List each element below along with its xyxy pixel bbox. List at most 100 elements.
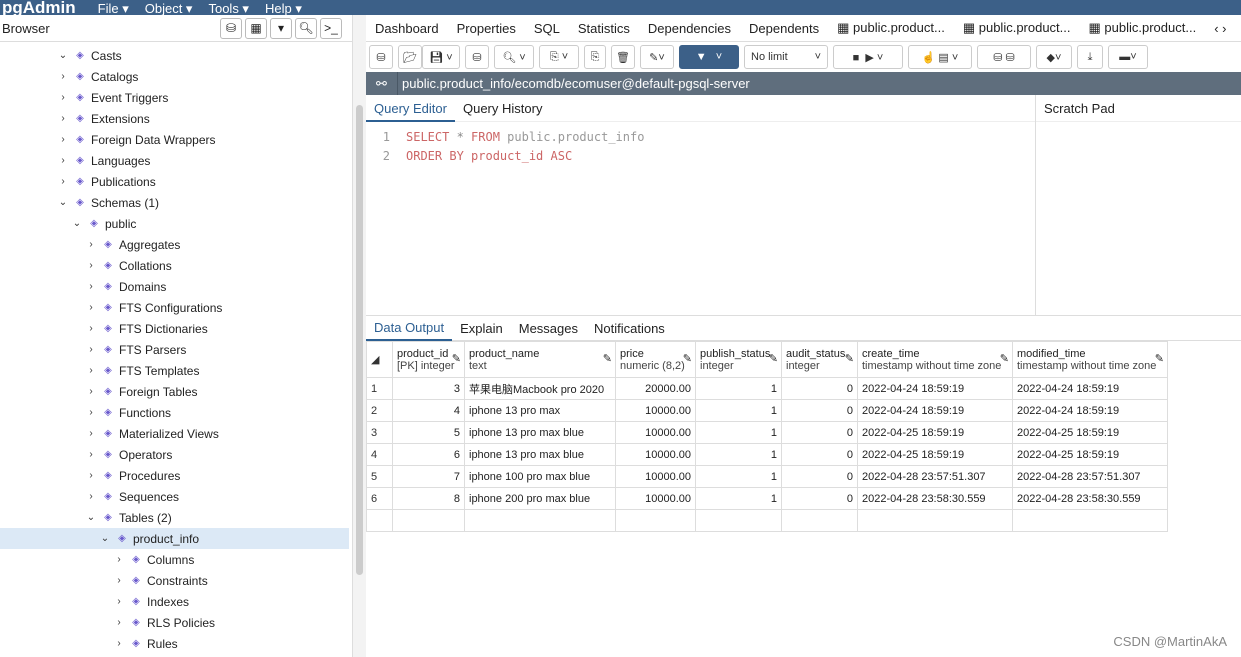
chevron-right-icon[interactable]: ›: [84, 260, 98, 271]
chevron-right-icon[interactable]: ›: [84, 449, 98, 460]
tab-query-history[interactable]: Query History: [455, 101, 550, 116]
cell[interactable]: 2022-04-25 18:59:19: [1012, 443, 1168, 466]
table-row[interactable]: 2 4 iphone 13 pro max 10000.00 1 0 2022-04-24 …: [366, 399, 1168, 422]
commit-rollback-icon[interactable]: ⛁ ⛁: [977, 45, 1031, 69]
column-header[interactable]: create_time timestamp without time zone ✎: [857, 341, 1013, 378]
cell[interactable]: iphone 13 pro max: [464, 399, 616, 422]
cell[interactable]: 2022-04-24 18:59:19: [1012, 377, 1168, 400]
tab-5[interactable]: Dependents: [740, 21, 828, 36]
cell[interactable]: 1: [695, 465, 782, 488]
tree-node[interactable]: › ◈ Procedures: [84, 465, 180, 486]
row-number[interactable]: 5: [366, 465, 393, 488]
tree-node[interactable]: › ◈ Foreign Data Wrappers: [56, 129, 215, 150]
save-icon[interactable]: 💾︎ ˅: [422, 45, 460, 69]
table-row[interactable]: 1 3 苹果电脑Macbook pro 2020 20000.00 1 0 2022-04-…: [366, 377, 1168, 400]
chevron-down-icon[interactable]: ⌄: [56, 197, 70, 208]
tree-node[interactable]: › ◈ Publications: [56, 171, 155, 192]
tab-8[interactable]: ▦ public.product...: [1080, 20, 1206, 36]
tree-node[interactable]: › ◈ Materialized Views: [84, 423, 219, 444]
tab-explain[interactable]: Explain: [452, 321, 511, 336]
tree-node[interactable]: › ◈ Operators: [84, 444, 172, 465]
cell[interactable]: 10000.00: [615, 421, 696, 444]
tree-node[interactable]: › ◈ Foreign Tables: [84, 381, 197, 402]
cell[interactable]: 1: [695, 421, 782, 444]
cell[interactable]: 4: [392, 399, 465, 422]
database-icon[interactable]: ⛁: [369, 45, 393, 69]
chevron-down-icon[interactable]: ⌄: [70, 218, 84, 229]
row-number[interactable]: 6: [366, 487, 393, 510]
tree-node[interactable]: ⌄ ◈ Schemas (1): [56, 192, 159, 213]
chevron-right-icon[interactable]: ›: [112, 638, 126, 649]
clear-icon[interactable]: ◆˅: [1036, 45, 1072, 69]
browser-scrollbar[interactable]: [352, 15, 366, 657]
chevron-right-icon[interactable]: ›: [84, 470, 98, 481]
tab-4[interactable]: Dependencies: [639, 21, 740, 36]
column-header[interactable]: product_id [PK] integer ✎: [392, 341, 465, 378]
cell[interactable]: 2022-04-25 18:59:19: [1012, 421, 1168, 444]
tree-node[interactable]: › ◈ Sequences: [84, 486, 179, 507]
row-number[interactable]: 3: [366, 421, 393, 444]
column-header[interactable]: publish_status integer ✎: [695, 341, 782, 378]
cell[interactable]: 2022-04-25 18:59:19: [857, 443, 1013, 466]
chevron-down-icon[interactable]: ⌄: [98, 533, 112, 544]
row-number[interactable]: 1: [366, 377, 393, 400]
macros-icon[interactable]: ▬˅: [1108, 45, 1148, 69]
tree-node[interactable]: › ◈ Rules: [112, 633, 177, 654]
tree-node[interactable]: ⌄ ◈ product_info: [0, 528, 349, 549]
tab-0[interactable]: Dashboard: [366, 21, 448, 36]
cell[interactable]: iphone 100 pro max blue: [464, 465, 616, 488]
menu-file[interactable]: File ▾: [98, 2, 129, 15]
empty-row[interactable]: [366, 509, 1168, 532]
chevron-right-icon[interactable]: ›: [56, 176, 70, 187]
chevron-right-icon[interactable]: ›: [112, 575, 126, 586]
column-header[interactable]: modified_time timestamp without time zone…: [1012, 341, 1168, 378]
chevron-right-icon[interactable]: ›: [84, 239, 98, 250]
tab-notifications[interactable]: Notifications: [586, 321, 673, 336]
tab-query-editor[interactable]: Query Editor: [366, 95, 455, 122]
chevron-right-icon[interactable]: ›: [56, 155, 70, 166]
tree-node[interactable]: › ◈ Functions: [84, 402, 171, 423]
table-row[interactable]: 3 5 iphone 13 pro max blue 10000.00 1 0 2022-0…: [366, 421, 1168, 444]
row-number[interactable]: 4: [366, 443, 393, 466]
limit-select[interactable]: No limit ˅: [744, 45, 828, 69]
cell[interactable]: 8: [392, 487, 465, 510]
table-row[interactable]: 4 6 iphone 13 pro max blue 10000.00 1 0 2022-0…: [366, 443, 1168, 466]
cell[interactable]: 2022-04-24 18:59:19: [857, 377, 1013, 400]
tree-node[interactable]: › ◈ Languages: [56, 150, 150, 171]
tree-node[interactable]: › ◈ Columns: [112, 549, 194, 570]
chevron-right-icon[interactable]: ›: [56, 113, 70, 124]
column-header[interactable]: price numeric (8,2) ✎: [615, 341, 696, 378]
cell[interactable]: 5: [392, 421, 465, 444]
tab-scroll-arrows[interactable]: ‹ ›: [1205, 21, 1235, 36]
tree-node[interactable]: › ◈ Domains: [84, 276, 166, 297]
filter-icon[interactable]: ▼ ˅: [679, 45, 739, 69]
tab-3[interactable]: Statistics: [569, 21, 639, 36]
cell[interactable]: 10000.00: [615, 443, 696, 466]
search-button[interactable]: 🔍︎: [295, 17, 317, 39]
scratch-pad[interactable]: Scratch Pad: [1035, 95, 1241, 315]
cell[interactable]: 0: [781, 443, 858, 466]
find-icon[interactable]: 🔍︎ ˅: [494, 45, 534, 69]
cell[interactable]: 10000.00: [615, 465, 696, 488]
chevron-right-icon[interactable]: ›: [84, 491, 98, 502]
download-icon[interactable]: ⤓: [1077, 45, 1103, 69]
table-row[interactable]: 5 7 iphone 100 pro max blue 10000.00 1 0 2022-…: [366, 465, 1168, 488]
open-file-icon[interactable]: 📂︎: [398, 45, 422, 69]
cell[interactable]: 0: [781, 487, 858, 510]
psql-tool-button[interactable]: >_: [320, 17, 342, 39]
chevron-right-icon[interactable]: ›: [84, 407, 98, 418]
view-data-button[interactable]: ▦: [245, 17, 267, 39]
cell[interactable]: 20000.00: [615, 377, 696, 400]
tree-node[interactable]: ⌄ ◈ Casts: [56, 45, 122, 66]
tree-node[interactable]: › ◈ FTS Dictionaries: [84, 318, 207, 339]
tree-node[interactable]: › ◈ FTS Configurations: [84, 297, 222, 318]
tree-node[interactable]: › ◈ Collations: [84, 255, 171, 276]
tab-data-output[interactable]: Data Output: [366, 315, 453, 341]
menu-object[interactable]: Object ▾: [145, 2, 193, 15]
delete-icon[interactable]: 🗑︎: [611, 45, 635, 69]
select-all-corner[interactable]: ◢: [366, 341, 393, 378]
cell[interactable]: 2022-04-28 23:58:30.559: [1012, 487, 1168, 510]
menu-tools[interactable]: Tools ▾: [208, 2, 249, 15]
chevron-right-icon[interactable]: ›: [84, 344, 98, 355]
tree-node[interactable]: › ◈ Catalogs: [56, 66, 138, 87]
